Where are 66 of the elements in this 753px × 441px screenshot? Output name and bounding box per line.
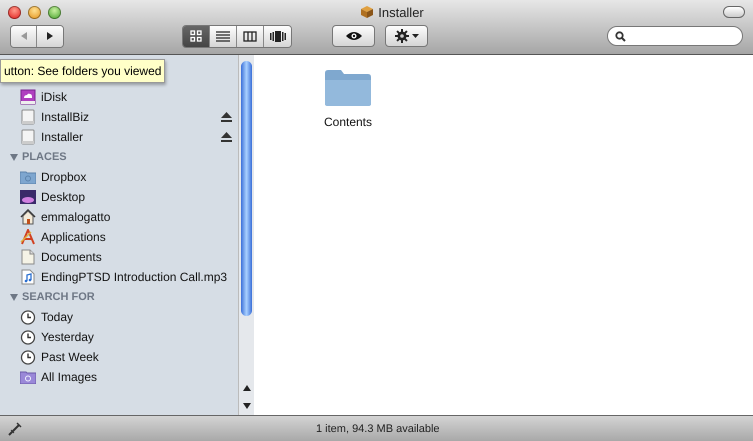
sidebar-item[interactable]: Applications xyxy=(41,230,106,244)
eject-icon[interactable] xyxy=(221,132,232,142)
file-name[interactable]: Contents xyxy=(324,115,372,129)
pencil-icon xyxy=(8,422,22,436)
tooltip: utton: See folders you viewed xyxy=(0,59,165,83)
view-button[interactable] xyxy=(183,26,210,46)
caret-icon xyxy=(412,34,418,38)
section-header: PLACES xyxy=(22,151,67,163)
close-button[interactable] xyxy=(8,6,21,18)
cover-flow-icon xyxy=(270,30,286,42)
sidebar-item[interactable]: Past Week xyxy=(41,350,99,364)
package-icon xyxy=(360,5,374,19)
sidebar-item[interactable]: InstallBiz xyxy=(41,110,90,124)
drive-icon xyxy=(20,129,36,145)
drive-icon xyxy=(20,109,36,125)
sidebar-item[interactable]: Yesterday xyxy=(41,330,94,344)
sidebar-item[interactable]: Desktop xyxy=(41,190,86,204)
quick-look-button[interactable] xyxy=(332,25,375,47)
columns-icon xyxy=(243,30,257,42)
sidebar-item[interactable]: Dropbox xyxy=(41,170,86,184)
search-icon xyxy=(615,30,626,42)
grid-icon xyxy=(190,30,202,42)
view-switcher[interactable] xyxy=(182,24,292,48)
clock-icon xyxy=(20,350,36,364)
clock-icon xyxy=(20,310,36,324)
sidebar-item[interactable]: EndingPTSD Introduction Call.mp3 xyxy=(41,270,228,284)
forward-button[interactable] xyxy=(37,26,63,46)
sidebar-item[interactable]: emmalogatto xyxy=(41,210,110,224)
eye-icon xyxy=(344,31,362,41)
sidebar-item[interactable]: Today xyxy=(41,310,74,324)
right-triangle-icon xyxy=(45,31,55,41)
view-button[interactable] xyxy=(264,26,291,46)
disclosure-triangle-icon[interactable] xyxy=(10,294,18,300)
folder-icon xyxy=(20,170,36,184)
down-arrow-icon[interactable] xyxy=(242,403,250,409)
disclosure-triangle-icon[interactable] xyxy=(10,154,18,160)
sidebar-item[interactable]: Installer xyxy=(41,130,84,144)
applications-icon xyxy=(20,229,36,245)
view-button[interactable] xyxy=(237,26,264,46)
list-icon xyxy=(216,30,230,42)
music-file-icon xyxy=(20,269,36,285)
navigation-control[interactable] xyxy=(10,24,64,48)
status-text: 1 item, 94.3 MB available xyxy=(316,422,440,434)
left-triangle-icon xyxy=(18,31,28,41)
sidebar-item[interactable]: All Images xyxy=(41,370,98,384)
minimize-button[interactable] xyxy=(28,6,41,18)
smart-folder-icon xyxy=(20,370,36,384)
scroll-thumb[interactable] xyxy=(241,61,252,316)
house-icon xyxy=(20,209,36,225)
document-icon xyxy=(20,249,36,265)
window-title: Installer xyxy=(378,4,424,20)
toolbar-toggle-button[interactable] xyxy=(723,6,745,18)
clock-icon xyxy=(20,330,36,344)
section-header: SEARCH FOR xyxy=(22,291,95,303)
sidebar-item[interactable]: iDisk xyxy=(41,90,67,104)
sidebar-item[interactable]: Documents xyxy=(41,250,102,264)
zoom-button[interactable] xyxy=(48,6,61,18)
action-menu-button[interactable] xyxy=(385,25,428,47)
eject-icon[interactable] xyxy=(221,112,232,122)
up-arrow-icon[interactable] xyxy=(242,385,250,391)
gear-icon xyxy=(394,29,408,43)
back-button[interactable] xyxy=(11,26,37,46)
view-button[interactable] xyxy=(210,26,237,46)
desktop-icon xyxy=(20,190,36,204)
scrollbar[interactable] xyxy=(238,55,254,415)
search-field[interactable] xyxy=(607,26,743,46)
